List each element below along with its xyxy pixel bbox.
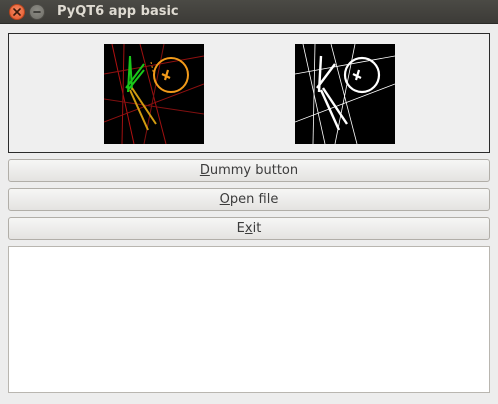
open-file-button-mnemonic: O (219, 192, 230, 207)
dummy-button[interactable]: Dummy button (8, 159, 490, 182)
exit-button-label-start: E (236, 221, 245, 236)
title-bar: PyQT6 app basic (0, 0, 498, 24)
line-overlay-graphic (104, 44, 204, 144)
image-panel (8, 33, 490, 153)
output-text-area[interactable] (8, 246, 490, 393)
close-icon (13, 8, 21, 16)
open-file-button[interactable]: Open file (8, 188, 490, 211)
minimize-icon (33, 11, 41, 13)
window-title: PyQT6 app basic (57, 4, 179, 19)
close-window-button[interactable] (9, 4, 25, 20)
dummy-button-mnemonic: D (199, 163, 210, 178)
exit-button-label-end: it (252, 221, 262, 236)
minimize-window-button[interactable] (29, 4, 45, 20)
exit-button[interactable]: Exit (8, 217, 490, 240)
exit-button-mnemonic: x (244, 221, 253, 236)
color-line-detection-image (104, 44, 204, 144)
dummy-button-label: ummy button (209, 163, 299, 178)
open-file-button-label: pen file (229, 192, 279, 207)
binary-edge-image (295, 44, 395, 144)
edge-graphic (295, 44, 395, 144)
